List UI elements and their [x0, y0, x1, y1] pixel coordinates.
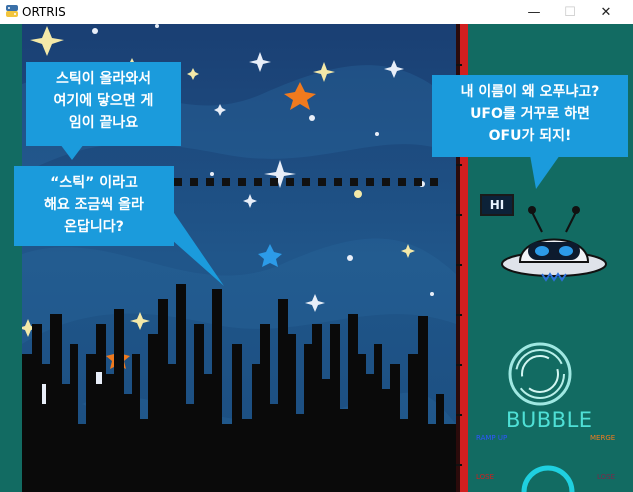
bubble-line: 해요 조금씩 올라	[44, 197, 144, 213]
minimize-button[interactable]: —	[516, 0, 552, 24]
merge-label: MERGE	[590, 434, 616, 442]
bubble-tail	[530, 155, 560, 189]
bubble-line: 스틱이 올라와서	[55, 71, 152, 87]
bubble-line: 여기에 닿으면 게	[53, 93, 154, 109]
title-bar[interactable]: ORTRIS — ☐ ✕	[0, 0, 633, 24]
bubble-tail	[60, 144, 84, 160]
bubble-line: 임이 끝나요	[68, 115, 139, 131]
bubble-skill-icon[interactable]	[504, 338, 576, 410]
status-label-left: LOSE	[476, 473, 495, 481]
bubble-tail	[172, 210, 224, 286]
bubble-line: “스틱” 이라고	[50, 175, 138, 191]
next-ring-icon	[521, 465, 575, 492]
bubble-line: UFO를 거꾸로 하면	[470, 106, 590, 122]
bubble-line: 온답니다?	[64, 219, 124, 235]
maximize-button[interactable]: ☐	[552, 0, 588, 24]
window-title: ORTRIS	[22, 5, 66, 19]
status-label-right: LOSE	[597, 473, 616, 481]
left-panel	[0, 24, 22, 492]
ufo-mascot-icon	[501, 206, 607, 282]
bubble-line: 내 이름이 왜 오푸냐고?	[460, 84, 600, 100]
limit-warning-bubble: 스틱이 올라와서 여기에 닿으면 게 임이 끝나요	[26, 62, 181, 146]
ufo-name-bubble: 내 이름이 왜 오푸냐고? UFO를 거꾸로 하면 OFU가 되지!	[432, 75, 628, 157]
stick-intro-bubble: “스틱” 이라고 해요 조금씩 올라 온답니다?	[14, 166, 174, 246]
bubble-line: OFU가 되지!	[488, 128, 572, 144]
ramp-up-label: RAMP UP	[476, 434, 508, 442]
python-app-icon	[6, 5, 18, 17]
close-button[interactable]: ✕	[588, 0, 624, 24]
bubble-skill-label: BUBBLE	[506, 408, 593, 432]
